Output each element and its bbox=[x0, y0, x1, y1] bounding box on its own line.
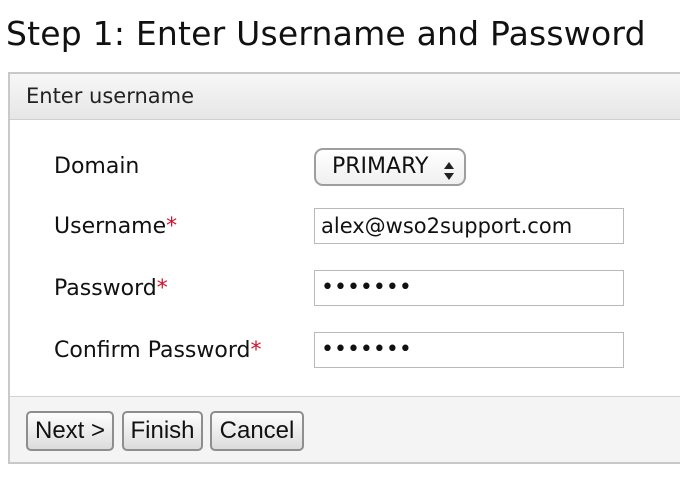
confirm-password-label: Confirm Password* bbox=[54, 338, 262, 363]
password-label: Password* bbox=[54, 276, 168, 301]
domain-label: Domain bbox=[54, 154, 140, 179]
button-bar: Next > Finish Cancel bbox=[10, 396, 680, 462]
finish-button[interactable]: Finish bbox=[122, 411, 203, 451]
cancel-button[interactable]: Cancel bbox=[210, 411, 304, 451]
required-marker: * bbox=[166, 214, 178, 239]
username-input[interactable]: alex@wso2support.com bbox=[314, 208, 624, 244]
confirm-password-row: Confirm Password* ••••••• bbox=[10, 332, 680, 372]
domain-row: Domain PRIMARY bbox=[10, 148, 680, 188]
required-marker: * bbox=[250, 338, 262, 363]
user-form-panel: Enter username Domain PRIMARY Username* … bbox=[8, 72, 680, 464]
password-row: Password* ••••••• bbox=[10, 270, 680, 310]
domain-select[interactable]: PRIMARY bbox=[314, 148, 466, 186]
required-marker: * bbox=[156, 276, 168, 301]
page-title: Step 1: Enter Username and Password bbox=[6, 14, 646, 53]
panel-header: Enter username bbox=[10, 74, 680, 120]
confirm-password-input[interactable]: ••••••• bbox=[314, 332, 624, 368]
next-button[interactable]: Next > bbox=[26, 411, 114, 451]
password-input[interactable]: ••••••• bbox=[314, 270, 624, 306]
username-label: Username* bbox=[54, 214, 178, 239]
username-row: Username* alex@wso2support.com bbox=[10, 208, 680, 248]
up-down-arrows-icon bbox=[444, 158, 454, 180]
domain-select-value: PRIMARY bbox=[332, 154, 429, 179]
